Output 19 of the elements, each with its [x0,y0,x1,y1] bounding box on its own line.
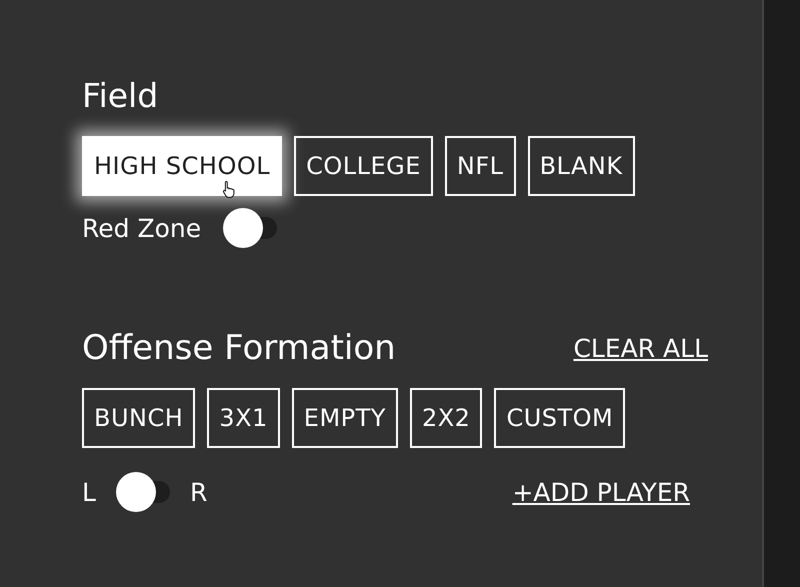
formation-button[interactable]: BUNCH [82,388,196,448]
field-option-button[interactable]: COLLEGE [294,136,433,196]
formation-button[interactable]: 2X2 [410,388,482,448]
section-title: Field [82,75,160,117]
pointer-cursor-icon [222,180,236,198]
formation-button[interactable]: EMPTY [292,388,398,448]
section-title: Offense Formation [82,327,396,370]
field-option-button[interactable]: BLANK [528,136,635,196]
add-player-link[interactable]: +ADD PLAYER [512,478,690,506]
side-toggle[interactable] [116,472,170,512]
zone-label: Red Zone [82,214,202,242]
zone-toggle[interactable] [223,208,278,248]
clear-all-link[interactable]: CLEAR ALL [573,334,708,362]
field-option-button[interactable]: HIGH SCHOOL [82,136,282,196]
right-label: R [190,478,208,506]
formation-button[interactable]: CUSTOM [494,388,626,448]
left-label: L [82,478,96,506]
formation-button[interactable]: 3X1 [207,388,280,448]
field-option-button[interactable]: NFL [444,136,516,196]
